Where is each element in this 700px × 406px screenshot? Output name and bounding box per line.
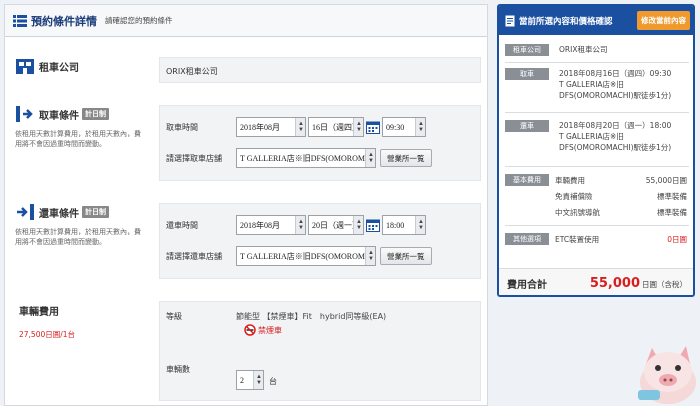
pickup-time-select[interactable]: 09:30 ▲ ▼ [382, 117, 426, 137]
pig-mascot-icon [638, 346, 696, 404]
page-title: 預約條件詳情 [31, 14, 97, 28]
summary-panel: 當前所選內容和價格確認 修改當前內容 租車公司 ORIX租車公司 取車 2018… [497, 4, 695, 297]
pickup-store-select[interactable]: T GALLERIA店※旧DFS(OMOROMACHI) ▲ ▼ [236, 148, 376, 168]
panel-header: 預約條件詳情 請確認您的預約條件 [5, 5, 487, 37]
summary-header: 當前所選內容和價格確認 修改當前內容 [499, 6, 693, 35]
car-exit-icon [17, 204, 34, 220]
grade-label: 等級 [166, 312, 182, 321]
vehicle-price: 27,500日圓/1台 [19, 330, 76, 339]
list-icon [13, 14, 27, 27]
summary-pickup-row: 取車 2018年08月16日（週四）09:30 T GALLERIA店※旧 DF… [505, 68, 689, 101]
count-unit: 台 [269, 377, 277, 386]
no-smoking-badge: 禁煙車 [244, 324, 282, 336]
dropoff-time-select[interactable]: 18:00 ▲ ▼ [382, 215, 426, 235]
company-section: 租車公司 ORIX租車公司 [11, 53, 481, 93]
etc-fee-row: ETC裝置使用 0日圓 [555, 235, 687, 244]
fee-row: 中文訊號導航 標準裝備 [555, 208, 687, 217]
calendar-icon[interactable] [366, 218, 380, 232]
total-value: 55,000 [589, 275, 640, 291]
reservation-details-panel: 預約條件詳情 請確認您的預約條件 租車公司 ORIX租車公司 取車條件 計日制 [4, 4, 488, 406]
page-subtitle: 請確認您的預約條件 [105, 16, 173, 25]
total-label: 費用合計 [507, 279, 547, 291]
count-label: 車輛數 [166, 365, 190, 374]
dropoff-section: 還車條件 計日制 依租用天數計算費用，於租用天數內，費用將不會因過重時間而變動。… [11, 197, 481, 279]
dropoff-tag: 計日制 [82, 206, 109, 218]
document-icon [505, 15, 515, 26]
fee-row: 免責補償險 標準裝備 [555, 192, 687, 201]
count-select[interactable]: 2 ▲ ▼ [236, 370, 264, 390]
no-smoking-icon [244, 324, 256, 336]
vehicle-title: 車輛費用 [19, 307, 59, 318]
dropoff-day-select[interactable]: 20日（週一） ▲ ▼ [308, 215, 364, 235]
pickup-box: 取車時間 2018年08月 ▲ ▼ 16日（週四） ▲ ▼ 09:30 ▲ ▼ 請選擇取車店… [159, 105, 481, 181]
dropoff-store-select[interactable]: T GALLERIA店※旧DFS(OMOROMACHI) ▲ ▼ [236, 246, 376, 266]
pickup-time-label: 取車時間 [166, 122, 198, 132]
summary-title: 當前所選內容和價格確認 [519, 16, 613, 27]
dropoff-box: 還車時間 2018年08月 ▲ ▼ 20日（週一） ▲ ▼ 18:00 ▲ ▼ 請選擇還車店… [159, 203, 481, 279]
pickup-month-select[interactable]: 2018年08月 ▲ ▼ [236, 117, 306, 137]
dropoff-note: 依租用天數計算費用，於租用天數內，費用將不會因過重時間而變動。 [15, 228, 141, 246]
company-value: ORIX租車公司 [166, 67, 218, 76]
total-row: 費用合計 55,000 日圓（含稅） [499, 268, 693, 295]
total-unit: 日圓（含稅） [642, 280, 687, 289]
car-enter-icon [16, 106, 33, 122]
pickup-title: 取車條件 [39, 110, 79, 122]
summary-dropoff-row: 還車 2018年08月20日（週一）18:00 T GALLERIA店※旧 DF… [505, 120, 689, 153]
company-title: 租車公司 [39, 62, 79, 74]
pickup-tag: 計日制 [82, 108, 109, 120]
dropoff-store-list-button[interactable]: 營業所一覧 [380, 247, 432, 265]
edit-current-button[interactable]: 修改當前內容 [637, 11, 690, 30]
summary-company-row: 租車公司 ORIX租車公司 [505, 44, 689, 56]
building-icon [16, 59, 34, 74]
fee-row: 車輛費用 55,000日圓 [555, 176, 687, 185]
company-box: ORIX租車公司 [159, 57, 481, 83]
pickup-day-select[interactable]: 16日（週四） ▲ ▼ [308, 117, 364, 137]
calendar-icon[interactable] [366, 120, 380, 134]
dropoff-title: 還車條件 [39, 208, 79, 220]
pickup-note: 依租用天數計算費用，於租用天數內，費用將不會因過重時間而變動。 [15, 130, 141, 148]
vehicle-section: 車輛費用 27,500日圓/1台 等級 節能型 【禁煙車】Fit hybrid同… [11, 295, 481, 403]
grade-value: 節能型 【禁煙車】Fit hybrid同等級(EA) [236, 312, 387, 321]
pickup-section: 取車條件 計日制 依租用天數計算費用，於租用天數內，費用將不會因過重時間而變動。… [11, 101, 481, 181]
pickup-store-list-button[interactable]: 營業所一覧 [380, 149, 432, 167]
dropoff-month-select[interactable]: 2018年08月 ▲ ▼ [236, 215, 306, 235]
vehicle-box: 等級 節能型 【禁煙車】Fit hybrid同等級(EA) 禁煙車 車輛數 2 ▲… [159, 301, 481, 401]
dropoff-time-label: 還車時間 [166, 220, 198, 230]
dropoff-store-label: 請選擇還車店舖 [166, 251, 222, 261]
pickup-store-label: 請選擇取車店舖 [166, 153, 222, 163]
